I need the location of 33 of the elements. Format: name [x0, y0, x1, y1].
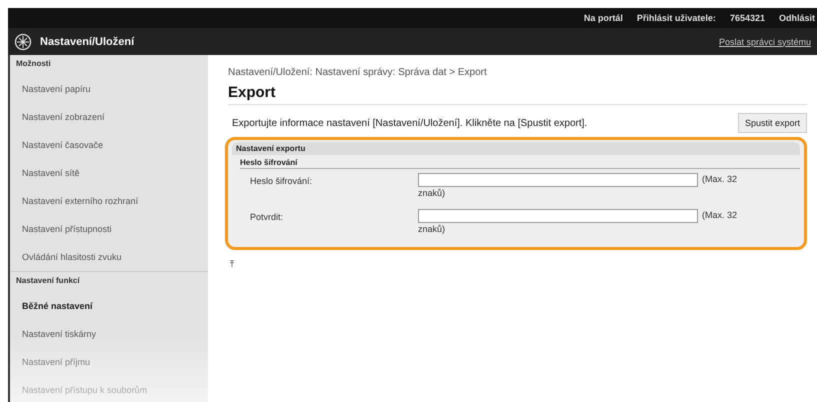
- top-link[interactable]: Přihlásit uživatele:: [636, 13, 716, 23]
- sidebar-item[interactable]: Nastavení sítě: [10, 159, 208, 187]
- back-to-top-link[interactable]: ⤒: [230, 260, 234, 270]
- sidebar-item[interactable]: Nastavení příjmu: [10, 348, 208, 376]
- admin-link[interactable]: Poslat správci systému: [718, 36, 811, 46]
- field-label: Potvrdit:: [249, 211, 284, 222]
- sidebar-item[interactable]: Nastavení přístupnosti: [10, 215, 208, 243]
- description: Exportujte informace nastavení [Nastavení/Uložení]. Klikněte na [Spustit export].: [232, 118, 588, 128]
- sidebar-item[interactable]: Nastavení zobrazení: [10, 103, 208, 131]
- password-field[interactable]: [418, 173, 698, 187]
- run-export-button[interactable]: Spustit export: [738, 113, 807, 133]
- top-link[interactable]: Na portál: [584, 13, 623, 23]
- sidebar-item[interactable]: Ovládání hlasitosti zvuku: [10, 243, 208, 271]
- sidebar-item[interactable]: Nastavení časovače: [10, 131, 208, 159]
- sidebar-item[interactable]: Nastavení externího rozhraní: [10, 187, 208, 215]
- sidebar-section-title: Možnosti: [15, 58, 52, 70]
- field-hint: znaků): [418, 224, 446, 234]
- password-field[interactable]: [418, 209, 698, 223]
- field-hint: znaků): [418, 188, 446, 198]
- field-hint: (Max. 32: [702, 209, 738, 221]
- panel-title: Nastavení exportu: [232, 142, 800, 155]
- sidebar-item[interactable]: Nastavení papíru: [10, 75, 208, 103]
- sidebar-item[interactable]: Nastavení tiskárny: [10, 320, 208, 348]
- breadcrumb: Nastavení/Uložení: Nastavení správy: Správa dat > Export: [228, 67, 488, 78]
- field-hint: (Max. 32: [702, 173, 738, 185]
- top-link[interactable]: 7654321: [730, 13, 765, 23]
- field-label: Heslo šifrování:: [249, 175, 314, 186]
- sidebar-item[interactable]: Běžné nastavení: [10, 292, 208, 320]
- page-title: Export: [228, 84, 807, 105]
- sidebar-section-title: Nastavení funkcí: [10, 271, 208, 292]
- panel-subtitle: Heslo šifrování: [240, 158, 800, 169]
- top-link[interactable]: Odhlásit: [778, 13, 815, 23]
- header-title: Nastavení/Uložení: [40, 36, 136, 48]
